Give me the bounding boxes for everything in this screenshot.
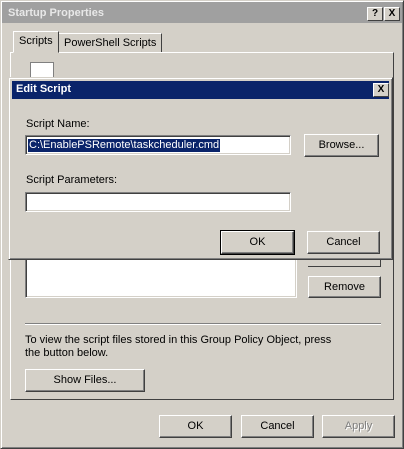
cancel-button[interactable]: Cancel	[241, 415, 314, 438]
edit-ok-button[interactable]: OK	[220, 230, 295, 255]
edit-script-title: Edit Script	[16, 83, 72, 95]
show-files-button[interactable]: Show Files...	[25, 369, 145, 392]
tab-scripts[interactable]: Scripts	[13, 31, 59, 53]
ok-button[interactable]: OK	[159, 415, 232, 438]
edit-script-dialog: Edit Script X Script Name: C:\EnablePSRe…	[8, 77, 393, 260]
browse-button[interactable]: Browse...	[304, 134, 379, 157]
window-close-button[interactable]: X	[384, 7, 400, 21]
help-button[interactable]: ?	[367, 7, 383, 21]
edit-script-close-button[interactable]: X	[373, 83, 389, 97]
tab-powershell-scripts[interactable]: PowerShell Scripts	[58, 33, 163, 53]
edit-script-title-bar[interactable]: Edit Script X	[12, 81, 389, 99]
tab-scripts-label: Scripts	[19, 35, 53, 47]
script-params-label: Script Parameters:	[26, 174, 118, 186]
separator	[25, 323, 381, 325]
script-params-field[interactable]	[25, 192, 291, 212]
script-name-field[interactable]: C:\EnablePSRemote\taskcheduler.cmd	[25, 135, 291, 155]
apply-button[interactable]: Apply	[322, 415, 395, 438]
script-name-value: C:\EnablePSRemote\taskcheduler.cmd	[28, 139, 221, 152]
remove-button[interactable]: Remove	[308, 276, 381, 298]
edit-cancel-button[interactable]: Cancel	[307, 231, 380, 254]
info-text: To view the script files stored in this …	[25, 334, 332, 359]
hidden-button-edge	[308, 260, 381, 267]
window-title-bar[interactable]: Startup Properties ? X	[2, 2, 402, 23]
window-title: Startup Properties	[8, 7, 104, 19]
tab-powershell-scripts-label: PowerShell Scripts	[64, 37, 157, 49]
script-icon	[30, 62, 54, 77]
script-name-label: Script Name:	[26, 118, 90, 130]
